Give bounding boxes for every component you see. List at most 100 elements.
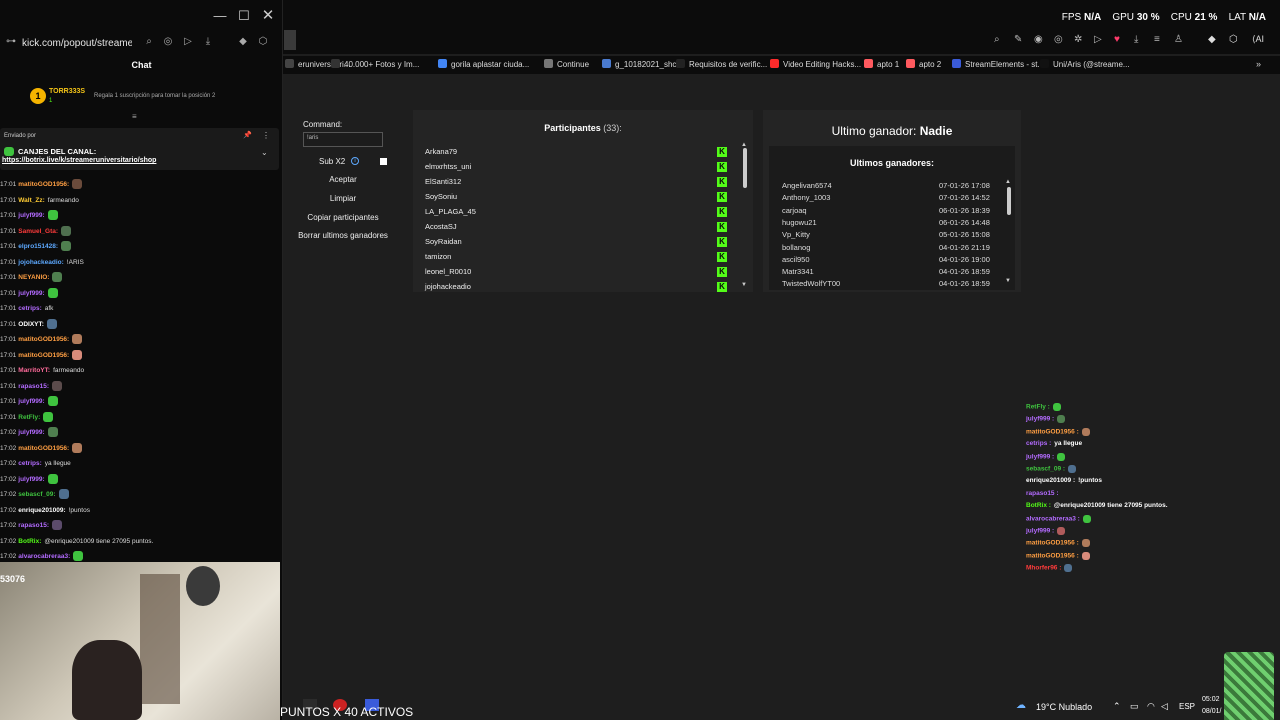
- wifi-icon[interactable]: ◠: [1147, 701, 1155, 712]
- bookmark-item[interactable]: gorila aplastar ciuda...: [438, 59, 529, 69]
- message-username[interactable]: matitoGOD1956:: [18, 445, 69, 452]
- message-username[interactable]: cetrips:: [18, 305, 41, 312]
- shield-icon[interactable]: ◎: [1054, 34, 1063, 45]
- scroll-down-icon[interactable]: ▼: [741, 282, 747, 288]
- info-icon[interactable]: i: [351, 157, 359, 165]
- overlay-username: julyf999 :: [1026, 453, 1055, 461]
- pin-icon[interactable]: 📌: [243, 131, 252, 139]
- poster-image: [186, 566, 220, 606]
- weather-text[interactable]: 19°C Nublado: [1036, 702, 1092, 712]
- bookmark-label: 40.000+ Fotos y Im...: [344, 60, 420, 69]
- menu-icon[interactable]: ≡: [1154, 34, 1160, 45]
- download-icon[interactable]: ⤓: [1134, 34, 1138, 45]
- camera-icon[interactable]: ◉: [1034, 34, 1043, 45]
- edit-icon[interactable]: ✎: [1014, 34, 1022, 45]
- pinned-link[interactable]: https://botrix.live/k/streameruniversita…: [2, 157, 156, 164]
- message-username[interactable]: RetFly:: [18, 414, 40, 421]
- volume-icon[interactable]: ◁: [1161, 701, 1168, 712]
- bookmark-item[interactable]: apto 1: [864, 59, 899, 69]
- bookmark-item[interactable]: Requisitos de verific...: [676, 59, 767, 69]
- ai-button[interactable]: ⟨AI: [1252, 34, 1264, 45]
- extension-cube-icon[interactable]: ⬡: [1229, 34, 1238, 45]
- message-username[interactable]: sebascf_09:: [18, 491, 55, 498]
- participants-scrollbar[interactable]: [743, 148, 747, 188]
- language-indicator[interactable]: ESP: [1179, 702, 1195, 711]
- message-time: 17:01: [0, 367, 17, 374]
- play-icon[interactable]: ▷: [181, 36, 195, 47]
- message-username[interactable]: julyf999:: [18, 290, 44, 297]
- message-username[interactable]: alvarocabreraa3:: [18, 553, 70, 560]
- message-username[interactable]: ODIXYT:: [18, 321, 44, 328]
- message-time: 17:01: [0, 305, 17, 312]
- scroll-up-icon[interactable]: ▲: [1005, 179, 1011, 185]
- clock-time[interactable]: 05:02: [1202, 696, 1220, 703]
- giveaway-button[interactable]: Borrar ultimos ganadores: [294, 231, 392, 240]
- message-username[interactable]: julyf999:: [18, 212, 44, 219]
- bookmark-item[interactable]: StreamElements - st...: [952, 59, 1044, 69]
- bookmark-item[interactable]: Video Editing Hacks...: [770, 59, 861, 69]
- bookmark-item[interactable]: Uni/Aris (@streame...: [1040, 59, 1130, 69]
- site-settings-icon[interactable]: ⊶: [4, 36, 18, 47]
- extension-diamond-icon[interactable]: ◆: [1208, 34, 1216, 45]
- giveaway-button[interactable]: Limpiar: [294, 194, 392, 203]
- message-username[interactable]: enrique201009:: [18, 507, 65, 514]
- bookmark-item[interactable]: Continue: [544, 59, 589, 69]
- sub-x2-checkbox[interactable]: [380, 158, 387, 165]
- winners-scrollbar[interactable]: [1007, 187, 1011, 215]
- gift-prompt[interactable]: Regala 1 suscripción para tomar la posic…: [94, 93, 215, 99]
- message-username[interactable]: rapaso15:: [18, 522, 49, 529]
- search-icon[interactable]: ⌕: [142, 36, 156, 47]
- address-bar-edge[interactable]: [284, 30, 296, 50]
- kick-badge-icon: K: [717, 177, 727, 187]
- scroll-up-icon[interactable]: ▲: [741, 142, 747, 148]
- chevron-down-icon[interactable]: ⌄: [261, 148, 268, 157]
- bookmark-item[interactable]: apto 2: [906, 59, 941, 69]
- message-username[interactable]: BotRix:: [18, 538, 41, 545]
- message-username[interactable]: Samuel_Gta:: [18, 228, 58, 235]
- giveaway-button[interactable]: Copiar participantes: [294, 213, 392, 222]
- message-username[interactable]: Walt_Zz:: [18, 197, 44, 204]
- bookmark-item[interactable]: g_10182021_shcc: [602, 59, 680, 69]
- shield-icon[interactable]: ◎: [161, 36, 175, 47]
- message-username[interactable]: cetrips:: [18, 460, 41, 467]
- message-username[interactable]: NEYANIO:: [18, 274, 49, 281]
- maximize-icon[interactable]: ☐: [232, 8, 256, 24]
- message-username[interactable]: matitoGOD1956:: [18, 336, 69, 343]
- close-icon[interactable]: ✕: [256, 6, 280, 24]
- drag-handle-icon[interactable]: ≡: [132, 112, 137, 121]
- message-username[interactable]: elpro151428:: [18, 243, 58, 250]
- extension-diamond-icon[interactable]: ◆: [236, 36, 250, 47]
- message-username[interactable]: MarritoYT:: [18, 367, 50, 374]
- clock-date[interactable]: 08/01/: [1202, 708, 1221, 715]
- url-text[interactable]: kick.com/popout/streameru: [22, 38, 132, 49]
- message-username[interactable]: julyf999:: [18, 429, 44, 436]
- message-username[interactable]: rapaso15:: [18, 383, 49, 390]
- tray-chevron-icon[interactable]: ⌃: [1113, 701, 1121, 712]
- heart-icon[interactable]: ♥: [1114, 34, 1120, 45]
- play-icon[interactable]: ▷: [1094, 34, 1102, 45]
- more-options-icon[interactable]: ⋮: [262, 131, 270, 140]
- search-icon[interactable]: ⌕: [994, 34, 1000, 45]
- minimize-icon[interactable]: —: [208, 8, 232, 23]
- extension-cube-icon[interactable]: ⬡: [256, 36, 270, 47]
- bookmarks-overflow-icon[interactable]: »: [1256, 59, 1261, 69]
- scroll-down-icon[interactable]: ▼: [1005, 278, 1011, 284]
- network-icon[interactable]: ▭: [1130, 701, 1139, 712]
- overlay-chat-message: matitoGOD1956 :: [1026, 551, 1090, 560]
- download-icon[interactable]: ⤓: [201, 36, 215, 47]
- user-icon[interactable]: ♙: [1174, 34, 1183, 45]
- message-username[interactable]: julyf999:: [18, 398, 44, 405]
- giveaway-button[interactable]: Aceptar: [294, 175, 392, 184]
- command-input[interactable]: !aris: [303, 132, 383, 147]
- message-username[interactable]: matitoGOD1956:: [18, 181, 69, 188]
- weather-icon[interactable]: ☁: [1016, 700, 1026, 711]
- message-username[interactable]: jojohackeadio:: [18, 259, 64, 266]
- lat-value: N/A: [1248, 12, 1266, 23]
- extension-icon[interactable]: ✲: [1074, 34, 1082, 45]
- participant-name: Arkana79: [425, 147, 458, 156]
- bookmark-item[interactable]: 40.000+ Fotos y Im...: [331, 59, 419, 69]
- message-username[interactable]: matitoGOD1956:: [18, 352, 69, 359]
- overlay-chat-message: matitoGOD1956 :: [1026, 427, 1090, 436]
- message-username[interactable]: julyf999:: [18, 476, 44, 483]
- message-time: 17:01: [0, 181, 17, 188]
